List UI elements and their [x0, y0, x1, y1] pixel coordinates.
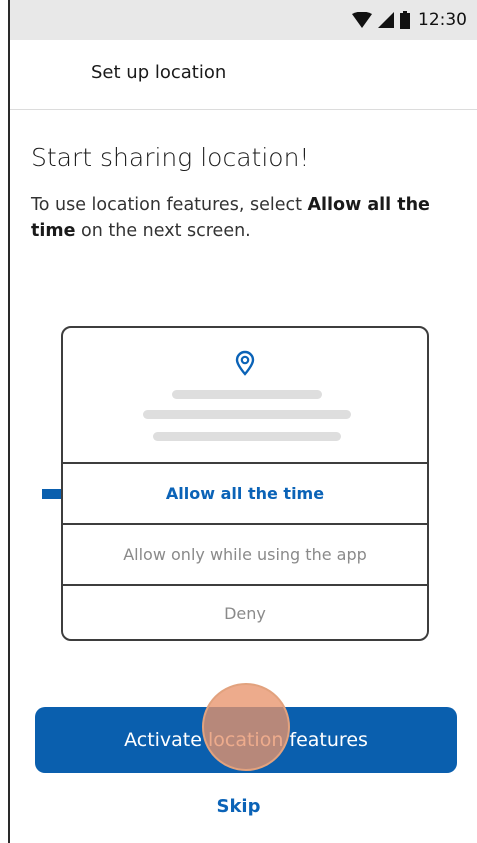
location-pin-icon	[235, 350, 255, 376]
status-icons: 12:30	[352, 9, 467, 31]
option-allow-all-the-time: Allow all the time	[63, 462, 427, 523]
placeholder-line	[172, 390, 322, 399]
activate-location-button[interactable]: Activate location features	[35, 707, 457, 773]
battery-icon	[400, 11, 410, 29]
instruction-prefix: To use location features, select	[31, 195, 308, 215]
left-edge-divider	[8, 0, 10, 843]
headline: Start sharing location!	[31, 143, 310, 172]
skip-button[interactable]: Skip	[0, 796, 477, 817]
dialog-header-illustration	[63, 328, 427, 462]
placeholder-line	[143, 410, 351, 419]
option-deny: Deny	[63, 584, 427, 639]
option-allow-while-using: Allow only while using the app	[63, 523, 427, 584]
cellular-signal-icon	[378, 12, 394, 28]
wifi-icon	[352, 12, 372, 28]
status-time: 12:30	[418, 10, 467, 30]
app-header: Set up location	[10, 40, 477, 110]
status-bar: 12:30	[10, 0, 477, 40]
page-title: Set up location	[91, 62, 227, 83]
placeholder-line	[153, 432, 341, 441]
instruction-suffix: on the next screen.	[75, 221, 251, 241]
instruction-text: To use location features, select Allow a…	[31, 192, 461, 244]
permission-dialog-illustration: Allow all the time Allow only while usin…	[61, 326, 429, 641]
